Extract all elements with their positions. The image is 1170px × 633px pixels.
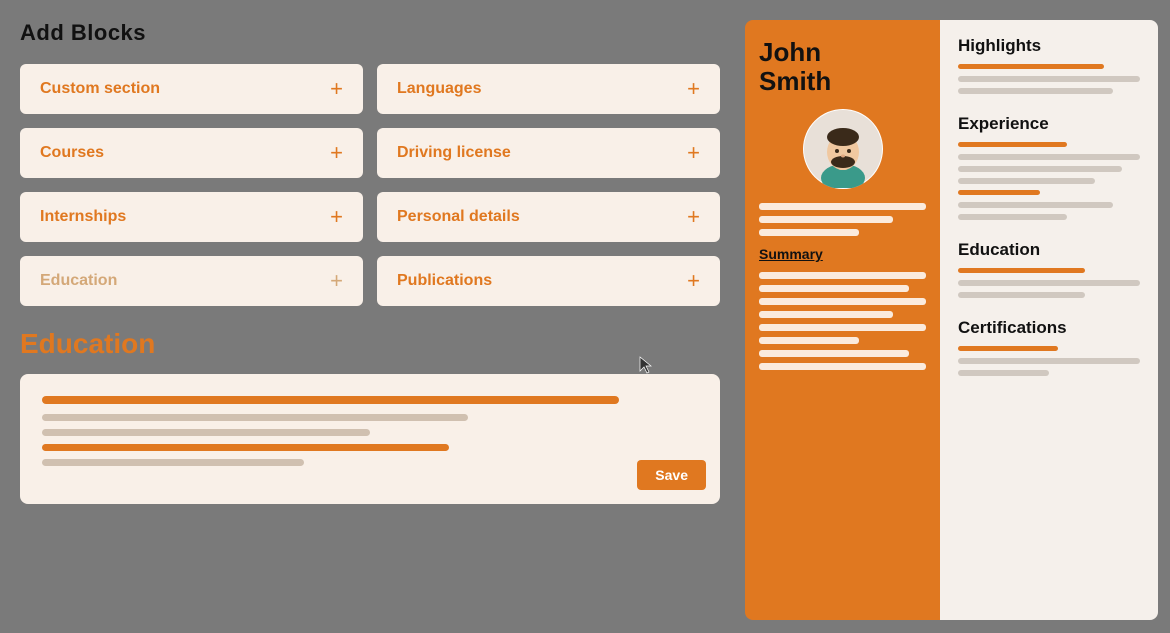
cv-summary-line-6 [759,337,859,344]
certifications-bar [958,346,1058,351]
exp-line-1 [958,154,1140,160]
driving-license-plus-icon: + [687,142,700,164]
education-plus-icon: + [330,270,343,292]
experience-section: Experience [958,114,1140,220]
highlights-bar [958,64,1104,69]
certifications-section: Certifications [958,318,1140,376]
edu-sub-line-2 [42,429,370,436]
courses-label: Courses [40,144,104,162]
languages-button[interactable]: Languages + [377,64,720,114]
edu-sub-line-1 [42,414,468,421]
publications-plus-icon: + [687,270,700,292]
custom-section-plus-icon: + [330,78,343,100]
education-hl-section: Education [958,240,1140,298]
personal-details-plus-icon: + [687,206,700,228]
certifications-title: Certifications [958,318,1140,338]
education-block-label: Education [40,272,117,290]
exp-line-3 [958,178,1095,184]
exp-line-5 [958,214,1067,220]
publications-label: Publications [397,272,492,290]
save-button[interactable]: Save [637,460,706,490]
highlights-title: Highlights [958,36,1140,56]
cv-summary-line-8 [759,363,926,370]
edu-sub-lines [42,414,698,466]
experience-bar-2 [958,190,1040,195]
internships-plus-icon: + [330,206,343,228]
cv-last-name: Smith [759,66,831,96]
edu-line-1 [42,396,619,404]
highlights-section: Highlights [958,36,1140,94]
publications-button[interactable]: Publications + [377,256,720,306]
personal-details-label: Personal details [397,208,520,226]
experience-title: Experience [958,114,1140,134]
exp-line-2 [958,166,1122,172]
custom-section-button[interactable]: Custom section + [20,64,363,114]
education-bar [958,268,1085,273]
cv-summary-lines [759,272,926,370]
custom-section-label: Custom section [40,80,160,98]
highlights-panel: Highlights Experience Education Certific… [940,20,1158,620]
edu-line-hl-1 [958,280,1140,286]
edu-line-hl-2 [958,292,1085,298]
cv-summary-line-7 [759,350,909,357]
left-panel: Add Blocks Custom section + Courses + In… [0,0,740,633]
edu-sub-line-4 [42,459,304,466]
cv-line-1 [759,203,926,210]
education-block-button[interactable]: Education + [20,256,363,306]
cv-summary-line-1 [759,272,926,279]
cv-panel: John Smith Summary [745,20,940,620]
courses-button[interactable]: Courses + [20,128,363,178]
cv-line-3 [759,229,859,236]
avatar [803,109,883,189]
cv-summary-title: Summary [759,246,926,262]
hl-line-2 [958,88,1113,94]
blocks-grid: Custom section + Courses + Internships +… [20,64,720,306]
cv-summary-line-3 [759,298,926,305]
hl-line-1 [958,76,1140,82]
cv-summary-line-4 [759,311,893,318]
driving-license-label: Driving license [397,144,511,162]
cv-name: John Smith [759,38,926,95]
education-card: Save [20,374,720,504]
driving-license-button[interactable]: Driving license + [377,128,720,178]
languages-plus-icon: + [687,78,700,100]
edu-sub-line-3 [42,444,449,451]
languages-label: Languages [397,80,481,98]
cert-line-2 [958,370,1049,376]
page-title: Add Blocks [20,20,720,46]
cv-line-2 [759,216,893,223]
cv-lines [759,203,926,236]
internships-button[interactable]: Internships + [20,192,363,242]
education-section-title: Education [20,328,720,360]
exp-line-4 [958,202,1113,208]
courses-plus-icon: + [330,142,343,164]
cv-first-name: John [759,37,821,67]
cert-line-1 [958,358,1140,364]
experience-bar [958,142,1067,147]
personal-details-button[interactable]: Personal details + [377,192,720,242]
internships-label: Internships [40,208,126,226]
cv-summary-line-2 [759,285,909,292]
education-hl-title: Education [958,240,1140,260]
cv-summary-line-5 [759,324,926,331]
